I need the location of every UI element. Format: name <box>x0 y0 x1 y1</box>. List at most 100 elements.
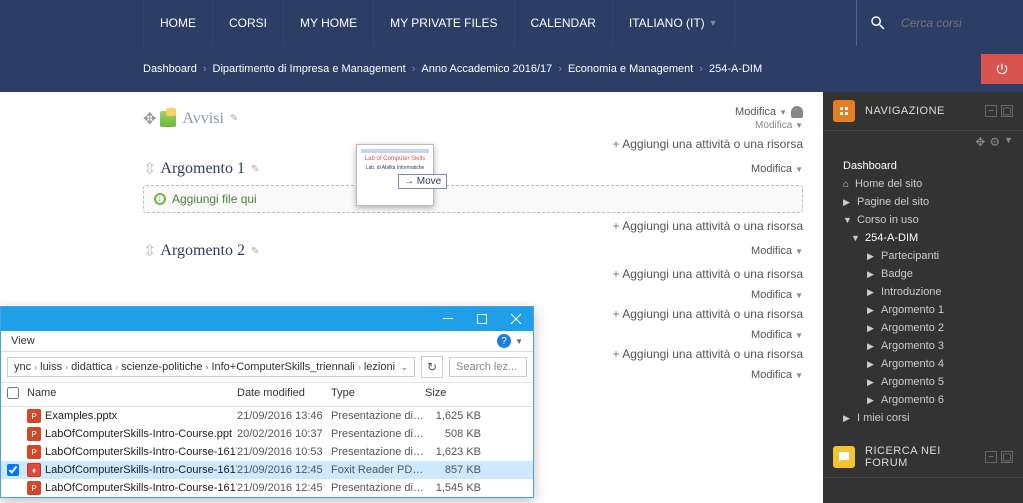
block-move-icon[interactable]: ✥ <box>975 135 985 149</box>
select-all-checkbox[interactable] <box>7 387 19 399</box>
nav-search[interactable] <box>856 0 1023 46</box>
path-seg[interactable]: luiss <box>40 361 62 373</box>
move-handle-icon[interactable]: ⇳ <box>143 241 156 261</box>
tree-arg2[interactable]: ▶Argomento 2 <box>823 319 1023 337</box>
crumb-dept[interactable]: Dipartimento di Impresa e Management <box>213 63 406 75</box>
modify-topic5[interactable]: Modifica ▼ <box>751 369 803 381</box>
nav-language[interactable]: ITALIANO (IT)▼ <box>613 0 735 46</box>
chevron-right-icon: ▶ <box>843 197 851 208</box>
tree-arg5[interactable]: ▶Argomento 5 <box>823 373 1023 391</box>
tree-arg4[interactable]: ▶Argomento 4 <box>823 355 1023 373</box>
tree-arg6[interactable]: ▶Argomento 6 <box>823 391 1023 409</box>
modify-sub[interactable]: Modifica ▼ <box>755 120 803 131</box>
explorer-search[interactable]: Search lez... <box>449 357 527 377</box>
tree-home[interactable]: ⌂Home del sito <box>823 175 1023 193</box>
tree-mycourses[interactable]: ▶I miei corsi <box>823 409 1023 427</box>
path-seg[interactable]: Info+ComputerSkills_triennali <box>211 361 354 373</box>
nav-home[interactable]: HOME <box>143 0 213 46</box>
file-row[interactable]: PLabOfComputerSkills-Intro-Course-1617 -… <box>1 443 533 461</box>
modify-topic1[interactable]: Modifica ▼ <box>751 163 803 175</box>
chevron-down-icon: ▼ <box>795 291 803 300</box>
file-name: LabOfComputerSkills-Intro-Course.ppt <box>45 428 232 440</box>
pdf-icon: ♦ <box>27 463 41 477</box>
tree-current-course[interactable]: ▼Corso in uso <box>823 211 1023 229</box>
tree-badge[interactable]: ▶ Badge <box>823 265 1023 283</box>
block-dock-icon[interactable]: ▢ <box>1001 105 1013 117</box>
tree-arg1[interactable]: ▶Argomento 1 <box>823 301 1023 319</box>
crumb-dashboard[interactable]: Dashboard <box>143 63 197 75</box>
file-dropzone[interactable]: Aggiungi file qui <box>143 185 803 213</box>
close-button[interactable] <box>499 307 533 331</box>
path-seg[interactable]: scienze-politiche <box>121 361 202 373</box>
file-type: Presentazione di ... <box>331 428 425 440</box>
chevron-right-icon: ▶ <box>867 269 875 280</box>
crumb-cat[interactable]: Economia e Management <box>568 63 693 75</box>
modify-topic2[interactable]: Modifica ▼ <box>751 245 803 257</box>
explorer-titlebar[interactable] <box>1 307 533 331</box>
refresh-button[interactable]: ↻ <box>421 356 443 378</box>
logout-button[interactable] <box>981 54 1023 84</box>
tree-badge-label: Badge <box>881 268 913 280</box>
col-date[interactable]: Date modified <box>237 387 331 402</box>
modify-topic4[interactable]: Modifica ▼ <box>751 329 803 341</box>
avvisi-title[interactable]: Avvisi <box>182 110 223 128</box>
menu-view[interactable]: View <box>11 335 35 347</box>
edit-icon[interactable]: ✎ <box>230 113 238 124</box>
tree-course-code[interactable]: ▼254-A-DIM <box>823 229 1023 247</box>
powerpoint-icon: P <box>27 427 41 441</box>
gear-icon[interactable]: ⚙ <box>989 135 1000 149</box>
section-topic1: ⇳ Argomento 1 ✎ Modifica ▼ Aggiungi file… <box>143 159 803 233</box>
block-collapse-icon[interactable]: − <box>985 451 997 463</box>
path-seg[interactable]: didattica <box>71 361 112 373</box>
maximize-button[interactable] <box>465 307 499 331</box>
modify-topic3[interactable]: Modifica ▼ <box>751 289 803 301</box>
col-type[interactable]: Type <box>331 387 425 402</box>
chevron-down-icon[interactable]: ▼ <box>515 337 523 346</box>
col-size[interactable]: Size <box>425 387 485 402</box>
tree-arg3[interactable]: ▶Argomento 3 <box>823 337 1023 355</box>
explorer-path[interactable]: ync› luiss› didattica› scienze-politiche… <box>7 357 415 377</box>
crumb-year[interactable]: Anno Accademico 2016/17 <box>421 63 552 75</box>
tree-intro[interactable]: ▶Introduzione <box>823 283 1023 301</box>
chevron-down-icon: ▼ <box>795 165 803 174</box>
add-activity-general[interactable]: Aggiungi una attività o una risorsa <box>143 137 803 151</box>
file-row[interactable]: PLabOfComputerSkills-Intro-Course-1617.p… <box>1 479 533 497</box>
file-row[interactable]: PLabOfComputerSkills-Intro-Course.ppt20/… <box>1 425 533 443</box>
move-handle-icon[interactable]: ✥ <box>143 109 156 129</box>
file-row[interactable]: ♦LabOfComputerSkills-Intro-Course-1617.p… <box>1 461 533 479</box>
modify-general[interactable]: Modifica ▼ <box>735 106 803 118</box>
file-size: 1,545 KB <box>425 482 485 494</box>
file-row[interactable]: PExamples.pptx21/09/2016 13:46Presentazi… <box>1 407 533 425</box>
right-sidebar: NAVIGAZIONE −▢ ✥⚙▼ Dashboard ⌂Home del s… <box>823 92 1023 503</box>
edit-icon[interactable]: ✎ <box>251 164 259 175</box>
minimize-button[interactable] <box>431 307 465 331</box>
chevron-down-icon: ▼ <box>843 215 851 225</box>
nav-calendar[interactable]: CALENDAR <box>515 0 613 46</box>
search-input[interactable] <box>901 16 1011 30</box>
modify-label: Modifica <box>751 289 792 301</box>
edit-icon[interactable]: ✎ <box>251 246 259 257</box>
path-seg[interactable]: ync <box>14 361 31 373</box>
add-activity-topic2[interactable]: Aggiungi una attività o una risorsa <box>143 267 803 281</box>
chevron-down-icon[interactable]: ⌄ <box>400 362 408 373</box>
modify-label: Modifica <box>751 163 792 175</box>
tree-dashboard[interactable]: Dashboard <box>823 157 1023 175</box>
path-seg[interactable]: lezioni <box>364 361 395 373</box>
nav-language-label: ITALIANO (IT) <box>629 16 705 30</box>
add-activity-topic1[interactable]: Aggiungi una attività o una risorsa <box>143 219 803 233</box>
block-dock-icon[interactable]: ▢ <box>1001 451 1013 463</box>
block-collapse-icon[interactable]: − <box>985 105 997 117</box>
crumb-course[interactable]: 254-A-DIM <box>709 63 762 75</box>
tree-sitepages[interactable]: ▶Pagine del sito <box>823 193 1023 211</box>
file-checkbox[interactable] <box>7 464 19 476</box>
help-icon[interactable]: ? <box>497 334 511 348</box>
nav-corsi[interactable]: CORSI <box>213 0 284 46</box>
tree-participants[interactable]: ▶Partecipanti <box>823 247 1023 265</box>
nav-myhome[interactable]: MY HOME <box>284 0 374 46</box>
nav-myfiles[interactable]: MY PRIVATE FILES <box>374 0 514 46</box>
topic2-title[interactable]: Argomento 2 <box>160 242 245 260</box>
tree-mycourses-label: I miei corsi <box>857 412 910 424</box>
topic1-title[interactable]: Argomento 1 <box>160 160 245 178</box>
move-handle-icon[interactable]: ⇳ <box>143 159 156 179</box>
col-name[interactable]: Name <box>27 387 237 402</box>
